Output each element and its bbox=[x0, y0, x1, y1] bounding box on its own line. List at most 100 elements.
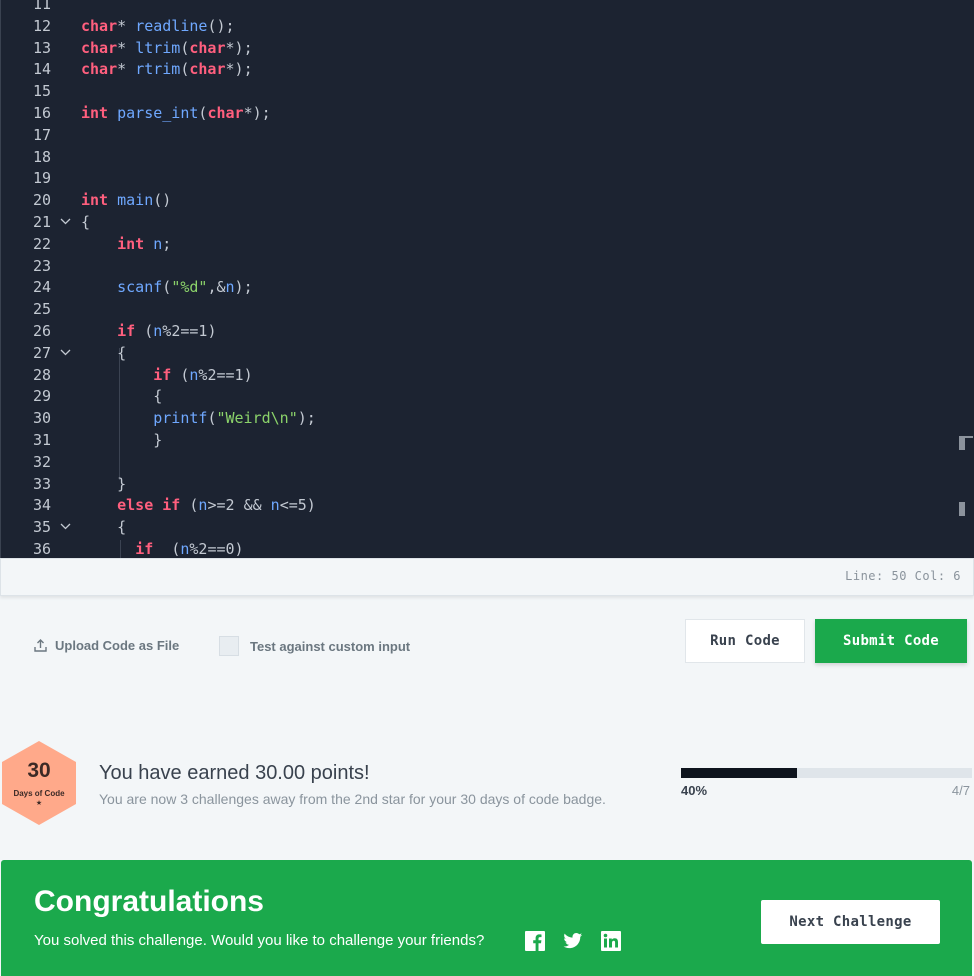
code-line[interactable]: 29 { bbox=[1, 385, 974, 407]
code-line[interactable]: 21 { bbox=[1, 211, 974, 233]
code-editor[interactable]: 11 12 char* readline(); 13 char* ltrim(char*… bbox=[0, 0, 974, 558]
code-text: int n; bbox=[117, 234, 172, 253]
code-text: if (n%2==1) bbox=[117, 322, 217, 340]
code-text: else if (n>=2 && n<=5) bbox=[117, 496, 316, 515]
code-line[interactable]: 11 bbox=[1, 0, 974, 15]
code-line[interactable]: 25 bbox=[1, 298, 974, 320]
code-line[interactable]: 27 { bbox=[1, 342, 974, 364]
code-line[interactable]: 13 char* ltrim(char*); bbox=[1, 37, 974, 59]
line-number: 30 bbox=[32, 409, 51, 428]
code-text: int parse_int(char*); bbox=[81, 104, 271, 122]
line-number: 27 bbox=[32, 343, 51, 362]
submit-code-button[interactable]: Submit Code bbox=[815, 619, 967, 663]
badge-star-icon: ★ bbox=[35, 800, 43, 807]
line-number: 29 bbox=[32, 387, 51, 406]
line-number: 34 bbox=[32, 496, 51, 515]
chevron-down-icon[interactable] bbox=[59, 211, 73, 233]
line-number: 33 bbox=[32, 474, 51, 493]
line-number: 26 bbox=[32, 322, 51, 340]
line-number: 15 bbox=[32, 82, 51, 101]
line-number: 20 bbox=[32, 191, 51, 210]
code-line[interactable]: 36 if (n%2==0) bbox=[1, 538, 974, 558]
code-line[interactable]: 33 } bbox=[1, 473, 974, 495]
code-line[interactable]: 16 int parse_int(char*); bbox=[1, 102, 974, 124]
line-number: 35 bbox=[32, 518, 51, 537]
code-text: char* ltrim(char*); bbox=[81, 38, 253, 57]
upload-code-link[interactable]: Upload Code as File bbox=[34, 638, 179, 653]
code-text: char* readline(); bbox=[81, 16, 235, 35]
run-code-button[interactable]: Run Code bbox=[685, 619, 805, 663]
progress-percent: 40% bbox=[681, 783, 708, 798]
code-text: { bbox=[81, 213, 91, 231]
code-line[interactable]: 12 char* readline(); bbox=[1, 15, 974, 37]
line-number: 17 bbox=[32, 125, 51, 144]
progress-count: 4/7 bbox=[951, 783, 970, 798]
chevron-down-icon[interactable] bbox=[59, 516, 73, 538]
badge-label: Days of Code bbox=[13, 789, 65, 798]
badge-progress-bar bbox=[681, 768, 972, 778]
code-line[interactable]: 23 bbox=[1, 255, 974, 277]
badge-number: 30 bbox=[27, 759, 51, 782]
line-number: 21 bbox=[32, 213, 51, 231]
line-number: 32 bbox=[32, 452, 51, 471]
line-number: 18 bbox=[32, 147, 51, 166]
line-number: 14 bbox=[32, 60, 51, 79]
code-text: printf("Weird\n"); bbox=[153, 409, 316, 428]
points-earned-subtext: You are now 3 challenges away from the 2… bbox=[99, 791, 606, 807]
linkedin-icon bbox=[601, 931, 621, 951]
code-line[interactable]: 30 printf("Weird\n"); bbox=[1, 407, 974, 429]
code-text: } bbox=[153, 431, 163, 449]
line-number: 23 bbox=[32, 256, 51, 275]
code-text: if (n%2==0) bbox=[135, 540, 244, 558]
upload-icon bbox=[34, 639, 47, 652]
code-line[interactable]: 14 char* rtrim(char*); bbox=[1, 58, 974, 80]
line-number: 16 bbox=[32, 104, 51, 122]
line-number: 28 bbox=[32, 365, 51, 384]
code-line[interactable]: 17 bbox=[1, 124, 974, 146]
code-line[interactable]: 18 bbox=[1, 146, 974, 168]
custom-input-checkbox[interactable] bbox=[219, 636, 239, 656]
code-line[interactable]: 32 bbox=[1, 451, 974, 473]
code-text: int main() bbox=[81, 191, 172, 210]
code-text: } bbox=[117, 474, 127, 493]
code-line[interactable]: 34 else if (n>=2 && n<=5) bbox=[1, 494, 974, 516]
code-text: { bbox=[153, 387, 163, 406]
code-line[interactable]: 31 } bbox=[1, 429, 974, 451]
code-line[interactable]: 26 if (n%2==1) bbox=[1, 320, 974, 342]
code-line[interactable]: 22 int n; bbox=[1, 233, 974, 255]
next-challenge-button[interactable]: Next Challenge bbox=[761, 900, 940, 944]
line-number: 22 bbox=[32, 234, 51, 253]
code-line[interactable]: 19 bbox=[1, 167, 974, 189]
code-line[interactable]: 24 scanf("%d",&n); bbox=[1, 276, 974, 298]
line-number: 11 bbox=[32, 0, 51, 13]
line-number: 31 bbox=[32, 431, 51, 449]
congratulations-subtitle: You solved this challenge. Would you lik… bbox=[34, 932, 485, 949]
line-number: 24 bbox=[32, 278, 51, 297]
custom-input-option[interactable]: Test against custom input bbox=[219, 636, 410, 656]
code-line[interactable]: 28 if (n%2==1) bbox=[1, 364, 974, 386]
facebook-icon bbox=[525, 931, 545, 951]
code-line[interactable]: 15 bbox=[1, 80, 974, 102]
line-number: 19 bbox=[32, 169, 51, 188]
points-earned-heading: You have earned 30.00 points! bbox=[99, 762, 370, 784]
twitter-icon bbox=[563, 933, 583, 949]
facebook-share[interactable] bbox=[525, 931, 545, 951]
code-line[interactable]: 35 { bbox=[1, 516, 974, 538]
twitter-share[interactable] bbox=[563, 931, 583, 951]
congratulations-title: Congratulations bbox=[34, 885, 264, 918]
code-text: { bbox=[117, 343, 127, 362]
line-number: 13 bbox=[32, 38, 51, 57]
code-text: char* rtrim(char*); bbox=[81, 60, 253, 79]
custom-input-label: Test against custom input bbox=[250, 638, 411, 654]
code-line[interactable]: 20 int main() bbox=[1, 189, 974, 211]
code-text: if (n%2==1) bbox=[153, 365, 253, 384]
badge-progress-fill bbox=[681, 768, 798, 778]
line-number: 36 bbox=[32, 540, 51, 558]
chevron-down-icon[interactable] bbox=[59, 342, 73, 364]
editor-status-bar: Line: 50 Col: 6 bbox=[0, 558, 974, 596]
upload-code-label: Upload Code as File bbox=[55, 638, 180, 653]
line-number: 25 bbox=[32, 300, 51, 319]
linkedin-share[interactable] bbox=[601, 931, 621, 951]
cursor-position: Line: 50 Col: 6 bbox=[845, 569, 961, 583]
badge-hexagon bbox=[2, 741, 76, 825]
